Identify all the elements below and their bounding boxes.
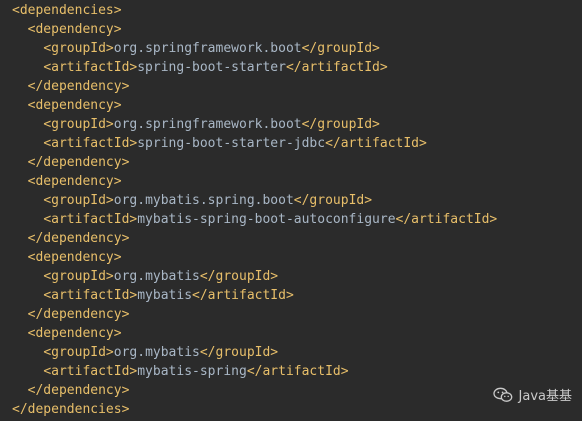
xml-tag-open: <dependency> xyxy=(27,98,122,113)
xml-tag-open: <groupId> xyxy=(43,269,114,284)
xml-tag-open: <artifactId> xyxy=(43,136,138,151)
xml-text-value: spring-boot-starter xyxy=(137,60,286,75)
code-line[interactable]: </dependency> xyxy=(12,153,497,172)
code-line[interactable]: <groupId>org.mybatis.spring.boot</groupI… xyxy=(12,191,497,210)
xml-text-value: mybatis-spring xyxy=(137,364,247,379)
code-editor[interactable]: <dependencies> <dependency> <groupId>org… xyxy=(0,0,582,421)
code-line[interactable]: <artifactId>mybatis</artifactId> xyxy=(12,286,497,305)
xml-tag-close: </groupId> xyxy=(301,117,380,132)
xml-tag-open: <groupId> xyxy=(43,193,114,208)
code-line[interactable]: </dependency> xyxy=(12,381,497,400)
code-line[interactable]: <dependency> xyxy=(12,248,497,267)
watermark: Java基基 xyxy=(492,385,572,404)
xml-tag-close: </artifactId> xyxy=(325,136,427,151)
code-line[interactable]: <dependencies> xyxy=(12,1,497,20)
xml-tag-open: </dependency> xyxy=(27,383,130,398)
xml-tag-close: </artifactId> xyxy=(285,60,388,75)
code-line[interactable]: <dependency> xyxy=(12,324,497,343)
xml-tag-open: <dependency> xyxy=(27,326,122,341)
xml-tag-close: </groupId> xyxy=(199,345,279,360)
xml-text-value: mybatis-spring-boot-autoconfigure xyxy=(137,212,396,227)
code-line[interactable]: <dependency> xyxy=(12,96,497,115)
xml-tag-open: <artifactId> xyxy=(43,288,138,303)
code-line[interactable]: <groupId>org.springframework.boot</group… xyxy=(12,39,497,58)
xml-text-value: spring-boot-starter-jdbc xyxy=(137,136,326,151)
code-line[interactable]: <artifactId>mybatis-spring</artifactId> xyxy=(12,362,497,381)
code-line[interactable]: <groupId>org.springframework.boot</group… xyxy=(12,115,497,134)
xml-tag-open: <dependencies> xyxy=(12,3,122,18)
xml-tag-open: </dependency> xyxy=(27,155,130,170)
xml-tag-open: <groupId> xyxy=(43,41,114,56)
xml-tag-open: </dependencies> xyxy=(12,402,130,417)
xml-tag-close: </groupId> xyxy=(293,193,373,208)
xml-tag-open: <dependency> xyxy=(27,174,122,189)
xml-tag-open: <groupId> xyxy=(43,117,114,132)
xml-tag-close: </artifactId> xyxy=(395,212,498,227)
xml-tag-open: <artifactId> xyxy=(43,212,138,227)
xml-tag-open: </dependency> xyxy=(27,231,130,246)
xml-text-value: org.mybatis.spring.boot xyxy=(113,193,294,208)
xml-text-value: org.springframework.boot xyxy=(113,117,302,132)
xml-tag-open: <dependency> xyxy=(27,250,122,265)
xml-tag-open: <groupId> xyxy=(43,345,114,360)
wechat-icon xyxy=(492,387,513,403)
code-line[interactable]: <dependency> xyxy=(12,172,497,191)
xml-tag-open: <dependency> xyxy=(27,22,122,37)
xml-code-block[interactable]: <dependencies> <dependency> <groupId>org… xyxy=(12,1,497,419)
code-line[interactable]: <dependency> xyxy=(12,20,497,39)
code-line[interactable]: </dependency> xyxy=(12,77,497,96)
xml-text-value: mybatis xyxy=(137,288,193,303)
xml-tag-close: </groupId> xyxy=(301,41,380,56)
xml-tag-close: </artifactId> xyxy=(192,288,294,303)
code-line[interactable]: </dependency> xyxy=(12,229,497,248)
xml-tag-open: </dependency> xyxy=(27,307,130,322)
xml-tag-open: <artifactId> xyxy=(43,364,138,379)
xml-text-value: org.mybatis xyxy=(113,345,200,360)
code-line[interactable]: <artifactId>mybatis-spring-boot-autoconf… xyxy=(12,210,497,229)
code-line[interactable]: <groupId>org.mybatis</groupId> xyxy=(12,267,497,286)
watermark-text: Java基基 xyxy=(518,389,572,404)
code-line[interactable]: <artifactId>spring-boot-starter-jdbc</ar… xyxy=(12,134,497,153)
xml-tag-open: </dependency> xyxy=(27,79,130,94)
xml-text-value: org.springframework.boot xyxy=(113,41,302,56)
code-line[interactable]: </dependencies> xyxy=(12,400,497,419)
xml-tag-close: </artifactId> xyxy=(246,364,349,379)
code-line[interactable]: <artifactId>spring-boot-starter</artifac… xyxy=(12,58,497,77)
xml-text-value: org.mybatis xyxy=(113,269,200,284)
xml-tag-close: </groupId> xyxy=(199,269,279,284)
xml-tag-open: <artifactId> xyxy=(43,60,138,75)
code-line[interactable]: <groupId>org.mybatis</groupId> xyxy=(12,343,497,362)
code-line[interactable]: </dependency> xyxy=(12,305,497,324)
